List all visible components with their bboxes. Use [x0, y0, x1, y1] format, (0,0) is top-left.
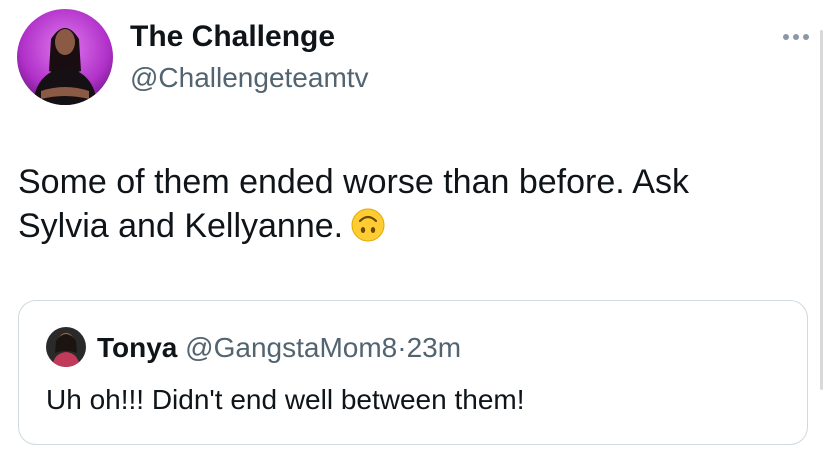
- tweet-text: Some of them ended worse than before. As…: [18, 160, 778, 253]
- quoted-author-handle[interactable]: @GangstaMom8: [185, 332, 397, 363]
- quoted-author-name[interactable]: Tonya: [97, 332, 177, 363]
- more-dots-icon: [783, 34, 809, 40]
- quoted-separator: ·: [397, 332, 407, 363]
- quoted-timestamp[interactable]: 23m: [407, 332, 461, 363]
- author-avatar[interactable]: [17, 9, 113, 105]
- quoted-tweet-text: Uh oh!!! Didn't end well between them!: [46, 384, 525, 415]
- quoted-author-avatar[interactable]: [46, 327, 86, 367]
- author-display-name[interactable]: The Challenge: [130, 19, 335, 55]
- more-options-button[interactable]: [776, 22, 816, 52]
- quoted-header: Tonya @GangstaMom8·23m: [97, 331, 461, 365]
- quoted-tweet[interactable]: Tonya @GangstaMom8·23m Uh oh!!! Didn't e…: [18, 300, 808, 445]
- quoted-avatar-image: [46, 327, 86, 367]
- scrollbar[interactable]: [820, 30, 823, 390]
- author-handle[interactable]: @Challengeteamtv: [130, 61, 369, 95]
- upside-down-face-icon: [351, 208, 385, 253]
- author-avatar-image: [17, 9, 113, 105]
